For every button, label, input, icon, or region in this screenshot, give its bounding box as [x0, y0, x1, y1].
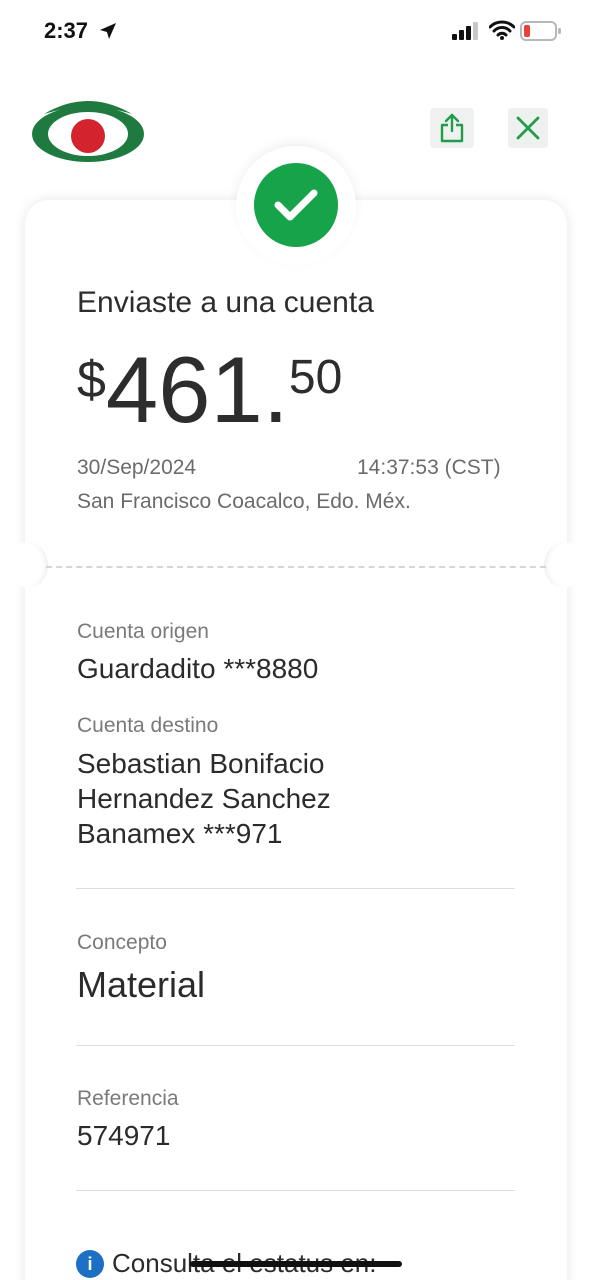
cellular-signal-icon	[452, 22, 478, 40]
amount-currency: $	[77, 351, 106, 409]
transfer-date: 30/Sep/2024	[77, 456, 197, 479]
check-circle-icon	[254, 163, 338, 247]
amount-decimals: 50	[288, 351, 343, 404]
close-button[interactable]	[508, 108, 548, 148]
status-bar: 2:37	[0, 0, 591, 64]
amount-integer: 461	[105, 337, 263, 442]
ticket-notch-right	[544, 542, 584, 588]
destination-name-line2: Hernandez Sanchez	[77, 783, 331, 814]
share-icon	[440, 113, 464, 143]
divider	[76, 1045, 515, 1046]
reference-label: Referencia	[77, 1087, 179, 1110]
divider	[76, 1190, 515, 1191]
transfer-location: San Francisco Coacalco, Edo. Méx.	[77, 490, 411, 513]
destination-bank-account: Banamex ***971	[77, 818, 283, 849]
destination-name-line1: Sebastian Bonifacio	[77, 748, 325, 779]
share-button[interactable]	[430, 108, 474, 148]
location-arrow-icon	[100, 23, 116, 39]
close-icon	[516, 116, 540, 140]
home-indicator[interactable]	[190, 1261, 402, 1267]
destination-account-label: Cuenta destino	[77, 714, 219, 737]
origin-account-label: Cuenta origen	[77, 620, 209, 643]
concept-label: Concepto	[77, 931, 167, 954]
ticket-notch-left	[8, 542, 48, 588]
bank-logo-icon	[32, 101, 144, 162]
transfer-amount: $461.50	[77, 340, 342, 440]
reference-value: 574971	[77, 1120, 171, 1151]
status-time: 2:37	[44, 18, 89, 43]
origin-account-value: Guardadito ***8880	[77, 653, 319, 684]
transfer-heading: Enviaste a una cuenta	[77, 286, 374, 319]
transfer-time: 14:37:53 (CST)	[357, 456, 501, 479]
concept-value: Material	[77, 964, 206, 1005]
info-icon: i	[76, 1250, 104, 1278]
wifi-icon	[489, 20, 515, 40]
divider	[76, 888, 515, 889]
amount-dot: .	[262, 337, 289, 442]
tear-line-divider	[46, 566, 546, 568]
battery-icon	[520, 21, 561, 41]
